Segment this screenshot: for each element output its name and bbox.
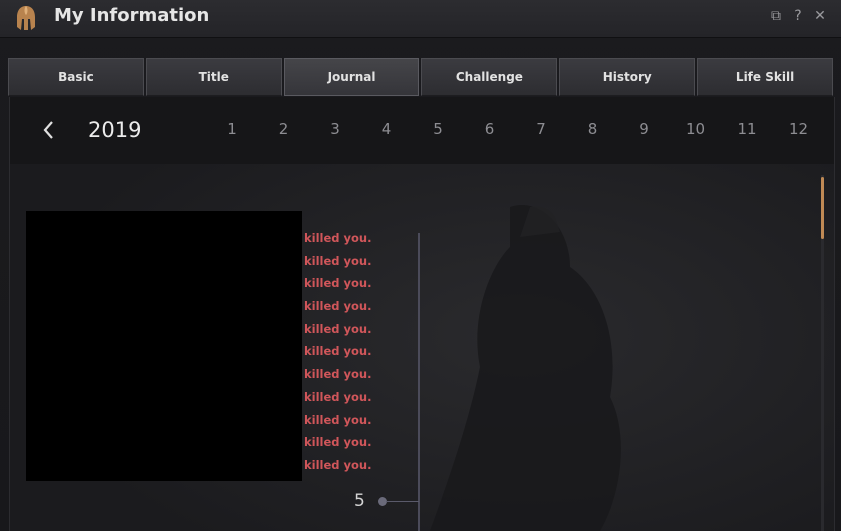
month-selector: 1 2 3 4 5 6 7 8 9 10 11 12 <box>215 117 815 141</box>
redacted-region <box>26 211 302 481</box>
tab-history[interactable]: History <box>559 58 696 96</box>
journal-entry: killed you. <box>304 389 372 404</box>
journal-entry: killed you. <box>304 344 372 359</box>
month-12[interactable]: 12 <box>782 117 816 141</box>
year-label: 2019 <box>88 118 142 142</box>
journal-entry: killed you. <box>304 435 372 450</box>
year-selector-bar: 2019 1 2 3 4 5 6 7 8 9 10 11 12 <box>10 97 834 164</box>
day-label: 5 <box>354 491 365 511</box>
journal-panel: 2019 1 2 3 4 5 6 7 8 9 10 11 12 killed y… <box>9 97 835 531</box>
tab-bar: Basic Title Journal Challenge History Li… <box>8 58 833 98</box>
month-6[interactable]: 6 <box>473 117 507 141</box>
timeline-connector <box>386 501 419 502</box>
month-1[interactable]: 1 <box>215 117 249 141</box>
journal-entry: killed you. <box>304 457 372 472</box>
tab-challenge[interactable]: Challenge <box>421 58 558 96</box>
month-7[interactable]: 7 <box>524 117 558 141</box>
tab-journal[interactable]: Journal <box>283 58 420 96</box>
scrollbar-thumb[interactable] <box>821 177 824 239</box>
journal-entry: killed you. <box>304 253 372 268</box>
journal-entry: killed you. <box>304 367 372 382</box>
journal-entry: killed you. <box>304 299 372 314</box>
window-title: My Information <box>54 5 210 26</box>
restore-icon[interactable]: ⧉ <box>768 8 784 24</box>
journal-entry: killed you. <box>304 231 372 245</box>
my-information-window: My Information ⧉ ? ✕ Basic Title Journal… <box>0 0 841 531</box>
spartan-helmet-icon <box>17 6 35 30</box>
journal-entry: killed you. <box>304 276 372 291</box>
month-10[interactable]: 10 <box>679 117 713 141</box>
chevron-left-icon[interactable] <box>38 117 58 143</box>
month-3[interactable]: 3 <box>318 117 352 141</box>
journal-entry: killed you. <box>304 321 372 336</box>
journal-entry-list: killed you. killed you. killed you. kill… <box>304 227 414 477</box>
title-bar[interactable]: My Information ⧉ ? ✕ <box>0 0 841 38</box>
tab-title[interactable]: Title <box>145 58 282 96</box>
month-11[interactable]: 11 <box>730 117 764 141</box>
tab-life-skill[interactable]: Life Skill <box>697 58 833 96</box>
month-5[interactable]: 5 <box>421 117 455 141</box>
timeline-line <box>418 233 420 531</box>
journal-entry: killed you. <box>304 412 372 427</box>
close-icon[interactable]: ✕ <box>812 8 828 24</box>
month-4[interactable]: 4 <box>370 117 404 141</box>
tab-basic[interactable]: Basic <box>8 58 144 96</box>
month-9[interactable]: 9 <box>627 117 661 141</box>
month-8[interactable]: 8 <box>576 117 610 141</box>
help-icon[interactable]: ? <box>790 8 806 24</box>
month-2[interactable]: 2 <box>267 117 301 141</box>
